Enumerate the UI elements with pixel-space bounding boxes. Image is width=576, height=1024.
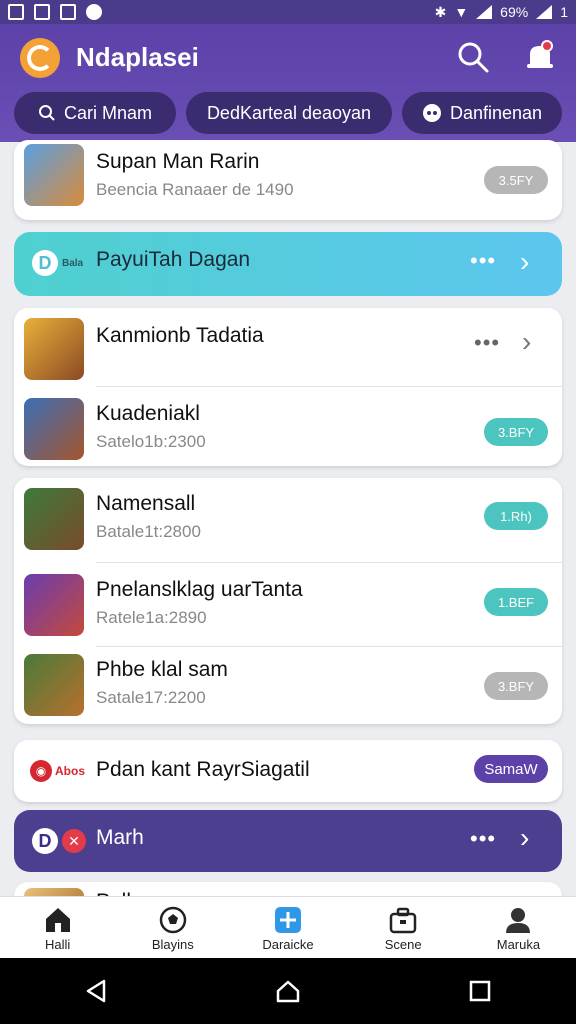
version-badge[interactable]: 1.BEF: [484, 588, 548, 616]
chip-category[interactable]: DedKarteal deaoyan: [186, 92, 392, 134]
plus-badge-icon: [275, 907, 301, 933]
promo-logo: ◉ Abos: [30, 760, 85, 782]
gamepad-icon: [422, 104, 441, 122]
game-title: Pnelanslklag uarTanta: [96, 578, 303, 601]
divider: [96, 646, 562, 647]
d-logo-icon: D: [32, 828, 58, 854]
promo-button[interactable]: SamaW: [474, 755, 548, 783]
game-thumbnail: [24, 654, 84, 716]
promo-logo-icon: ◉: [30, 760, 52, 782]
banner-logo: D ✕: [32, 828, 86, 854]
nav-players[interactable]: Blayins: [115, 897, 230, 958]
game-thumbnail: [24, 398, 84, 460]
nav-label: Scene: [384, 937, 422, 952]
notification-badge: [541, 40, 553, 52]
top-game-card[interactable]: Supan Man Rarin Beencia Ranaaer de 1490 …: [14, 140, 562, 220]
banner-title: Marh: [96, 826, 144, 849]
wifi-icon: ▼: [454, 4, 469, 20]
app-title: Ndaplasei: [76, 42, 199, 72]
more-dots-icon[interactable]: •••: [474, 330, 500, 356]
game-title: Kanmionb Tadatia: [96, 324, 264, 347]
game-thumbnail: [24, 318, 84, 380]
game-thumbnail: [24, 488, 84, 550]
system-nav-bar: [0, 958, 576, 1024]
game-title: Supan Man Rarin: [96, 150, 260, 173]
more-dots-icon[interactable]: •••: [470, 826, 496, 852]
photo-notification-icon: [34, 4, 50, 20]
list-item[interactable]: Pnelanslklag uarTanta Ratele1a:2890 1.BE…: [14, 564, 562, 648]
purple-banner[interactable]: D ✕ Marh ••• ›: [14, 810, 562, 872]
search-icon[interactable]: [456, 40, 490, 74]
list-item[interactable]: Phbe klal sam Satale17:2200 3.BFY: [14, 648, 562, 732]
game-subtitle: Ratele1a:2890: [96, 608, 207, 627]
nav-label: Halli: [44, 937, 71, 952]
game-title: Namensall: [96, 492, 196, 515]
promo-card[interactable]: ◉ Abos Pdan kant RayrSiagatil SamaW: [14, 740, 562, 802]
game-subtitle: Batale1t:2800: [96, 522, 201, 541]
game-subtitle: Satale17:2200: [96, 688, 206, 707]
app-header: Ndaplasei Cari Mnam DedKarteal deaoyan D…: [0, 24, 576, 142]
logo-tag: Bala: [62, 257, 84, 269]
version-badge[interactable]: 1.Rh): [484, 502, 548, 530]
chip-search[interactable]: Cari Mnam: [14, 92, 176, 134]
soccer-ball-icon: [159, 906, 187, 934]
profile-icon: [506, 908, 531, 933]
version-badge[interactable]: 3.BFY: [484, 672, 548, 700]
version-badge[interactable]: 3.5FY: [484, 166, 548, 194]
image-notification-icon: [60, 4, 76, 20]
chip-games[interactable]: Danfinenan: [402, 92, 562, 134]
chip-label: DedKarteal deaoyan: [206, 102, 372, 123]
nav-home[interactable]: Halli: [0, 897, 115, 958]
search-icon: [38, 105, 55, 121]
banner-title: PayuiTah Dagan: [96, 248, 251, 271]
nav-label: Maruka: [496, 937, 541, 952]
media-notification-icon: [86, 4, 102, 20]
version-badge[interactable]: 3.BFY: [484, 418, 548, 446]
chevron-right-icon[interactable]: ›: [520, 246, 529, 278]
list-item[interactable]: Kuadeniakl Satelo1b:2300 3.BFY: [14, 388, 562, 472]
teal-banner[interactable]: D Bala PayuiTah Dagan ••• ›: [14, 232, 562, 296]
nav-scene[interactable]: Scene: [346, 897, 461, 958]
game-subtitle: Satelo1b:2300: [96, 432, 206, 451]
signal-icon-2: [536, 5, 553, 19]
chip-label: Danfinenan: [449, 102, 543, 123]
signal-icon: [476, 5, 493, 19]
promo-title: Pdan kant RayrSiagatil: [96, 758, 310, 781]
more-dots-icon[interactable]: •••: [470, 248, 496, 274]
promo-logo-text: Abos: [55, 764, 85, 778]
d-logo-icon: D: [32, 250, 58, 276]
sim-indicator: 1: [560, 4, 568, 20]
bluetooth-icon: ✱: [434, 3, 447, 20]
game-group-1: Kanmionb Tadatia ••• › Kuadeniakl Satelo…: [14, 308, 562, 466]
app-logo-icon: [20, 38, 60, 78]
briefcase-icon: [389, 907, 417, 934]
home-icon: [45, 908, 70, 932]
bottom-nav: Halli Blayins Daraicke Scene Maruka: [0, 896, 576, 958]
game-subtitle: Beencia Ranaaer de 1490: [96, 180, 294, 199]
nav-add[interactable]: Daraicke: [230, 897, 345, 958]
game-thumbnail: [24, 574, 84, 636]
x-logo-icon: ✕: [62, 829, 86, 853]
game-title: Kuadeniakl: [96, 402, 200, 425]
recents-icon[interactable]: [466, 977, 494, 1005]
chip-label: Cari Mnam: [63, 102, 152, 123]
list-item[interactable]: Namensall Batale1t:2800 1.Rh): [14, 478, 562, 562]
nav-label: Blayins: [151, 937, 194, 952]
nav-profile[interactable]: Maruka: [461, 897, 576, 958]
home-system-icon[interactable]: [274, 977, 302, 1005]
game-group-2: Namensall Batale1t:2800 1.Rh) Pnelanslkl…: [14, 478, 562, 724]
banner-logo: D Bala: [32, 250, 83, 276]
battery-text: 69%: [500, 4, 529, 20]
game-title: Phbe klal sam: [96, 658, 228, 681]
game-thumbnail: [24, 144, 84, 206]
divider: [96, 386, 562, 387]
gallery-notification-icon: [8, 4, 24, 20]
status-bar: ✱ ▼ 69% 1: [0, 0, 576, 24]
divider: [96, 562, 562, 563]
chevron-right-icon[interactable]: ›: [520, 822, 529, 854]
nav-label: Daraicke: [262, 937, 314, 952]
back-icon[interactable]: [82, 977, 110, 1005]
chevron-right-icon[interactable]: ›: [522, 326, 531, 358]
list-item[interactable]: Kanmionb Tadatia ••• ›: [14, 308, 562, 392]
